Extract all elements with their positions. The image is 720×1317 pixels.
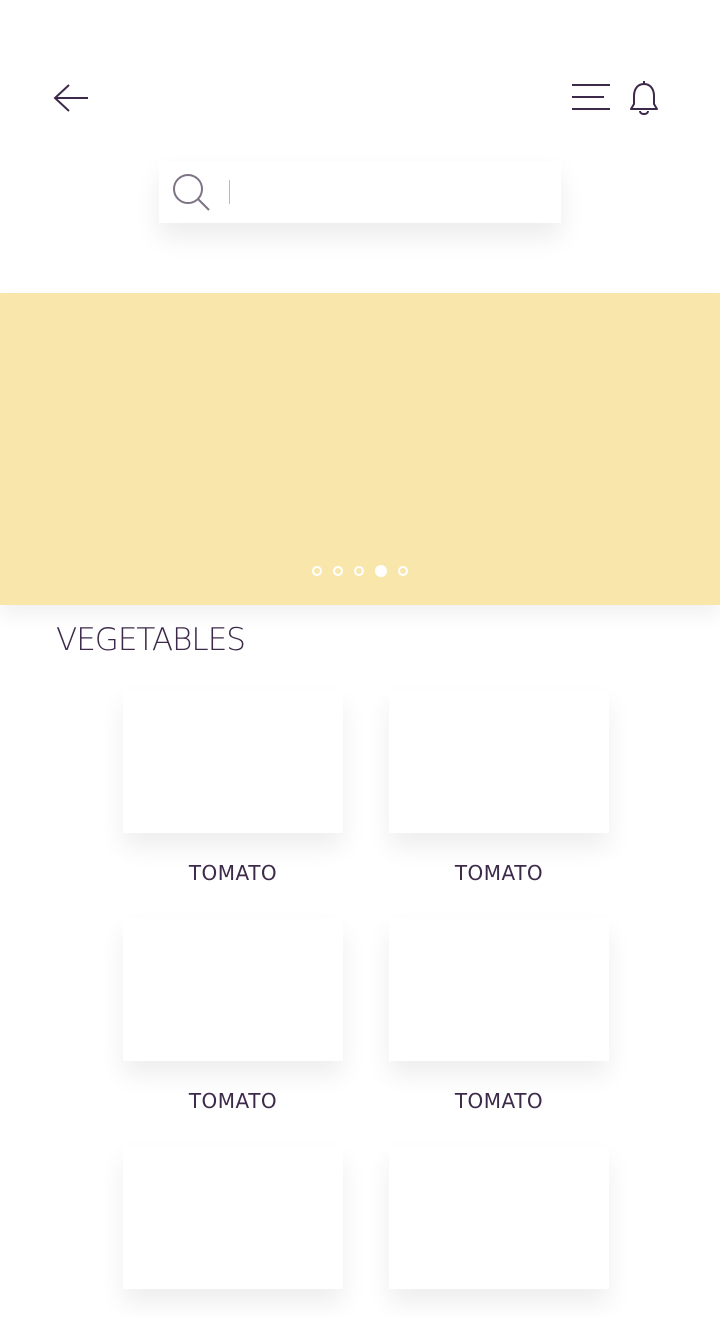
product-name: TOMATO [188, 1089, 278, 1113]
product-card[interactable]: TOMATO [389, 690, 609, 885]
carousel-dot-2[interactable] [333, 566, 343, 576]
product-card[interactable]: TOMATO [123, 918, 343, 1113]
promo-banner[interactable] [0, 293, 720, 605]
product-image[interactable] [123, 918, 343, 1061]
top-bar [0, 0, 720, 140]
carousel-dot-3[interactable] [354, 566, 364, 576]
carousel-dot-4-active[interactable] [375, 565, 387, 577]
product-image[interactable] [389, 1146, 609, 1289]
search-input[interactable] [229, 177, 553, 209]
product-card[interactable] [389, 1146, 609, 1317]
product-name: TOMATO [454, 861, 544, 885]
product-name: TOMATO [188, 861, 278, 885]
product-image[interactable] [123, 690, 343, 833]
product-card[interactable] [123, 1146, 343, 1317]
product-card[interactable]: TOMATO [389, 918, 609, 1113]
bell-icon[interactable] [628, 80, 660, 118]
section-title: VEGETABLES [56, 622, 246, 658]
menu-icon[interactable] [570, 82, 612, 114]
carousel-dot-5[interactable] [398, 566, 408, 576]
product-image[interactable] [389, 918, 609, 1061]
carousel-dot-1[interactable] [312, 566, 322, 576]
search-bar[interactable] [159, 161, 561, 223]
product-name: TOMATO [454, 1089, 544, 1113]
product-image[interactable] [123, 1146, 343, 1289]
product-image[interactable] [389, 690, 609, 833]
search-icon[interactable] [171, 172, 213, 214]
carousel-indicators [0, 565, 720, 579]
product-card[interactable]: TOMATO [123, 690, 343, 885]
back-arrow-icon[interactable] [52, 80, 92, 116]
